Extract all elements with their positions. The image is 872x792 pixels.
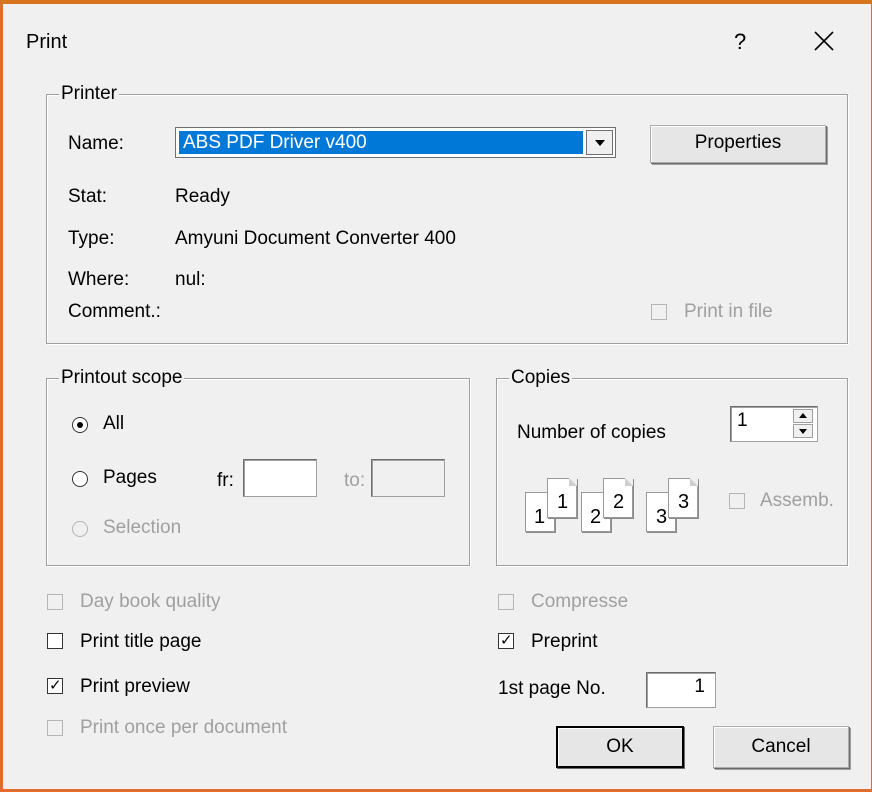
collate-page-number: 3 <box>656 506 668 528</box>
collate-page-number: 1 <box>557 491 569 513</box>
print-once-label: Print once per document <box>80 717 288 738</box>
printer-stat-value: Ready <box>175 186 230 207</box>
day-book-quality-label: Day book quality <box>80 591 221 612</box>
print-in-file-label: Print in file <box>684 301 773 322</box>
collate-page-number: 3 <box>678 491 690 513</box>
help-button[interactable]: ? <box>734 29 746 55</box>
close-button[interactable] <box>809 26 839 56</box>
scope-from-input[interactable] <box>243 459 317 497</box>
cancel-button[interactable]: Cancel <box>713 726 849 768</box>
printer-type-label: Type: <box>68 228 115 249</box>
scope-all-radio[interactable] <box>72 417 88 433</box>
first-page-label: 1st page No. <box>498 678 606 699</box>
scope-to-label: to: <box>344 470 366 491</box>
printer-name-select[interactable]: ABS PDF Driver v400 <box>175 127 616 158</box>
assemble-checkbox[interactable] <box>729 493 745 509</box>
copies-spin-up[interactable] <box>793 409 813 423</box>
first-page-input[interactable]: 1 <box>646 672 716 708</box>
checkmark-icon: ✓ <box>49 677 62 694</box>
print-in-file-checkbox[interactable] <box>651 304 667 320</box>
printout-scope-legend: Printout scope <box>59 367 185 389</box>
properties-button[interactable]: Properties <box>650 125 826 163</box>
preprint-checkbox[interactable]: ✓ <box>498 633 514 649</box>
title-bar[interactable]: Print ? <box>0 0 872 80</box>
preprint-label: Preprint <box>531 631 598 652</box>
dialog-title: Print <box>26 31 68 53</box>
day-book-quality-checkbox[interactable] <box>47 594 63 610</box>
printer-where-label: Where: <box>68 269 130 290</box>
printer-name-label: Name: <box>68 133 124 154</box>
print-preview-checkbox[interactable]: ✓ <box>47 678 63 694</box>
print-preview-label: Print preview <box>80 676 190 697</box>
radio-dot <box>77 422 83 428</box>
collate-page-number: 1 <box>534 506 546 528</box>
scope-from-label: fr: <box>217 470 234 491</box>
checkmark-icon: ✓ <box>500 632 513 649</box>
ok-button[interactable]: OK <box>556 726 684 768</box>
assemble-label: Assemb. <box>760 490 834 511</box>
first-page-value: 1 <box>694 676 705 697</box>
print-title-page-checkbox[interactable] <box>47 633 63 649</box>
print-once-checkbox[interactable] <box>47 720 63 736</box>
close-icon <box>814 31 834 51</box>
printer-name-value: ABS PDF Driver v400 <box>179 131 583 154</box>
copies-legend: Copies <box>509 367 573 389</box>
scope-to-input[interactable] <box>371 459 445 497</box>
printer-legend: Printer <box>59 83 119 105</box>
compressed-checkbox[interactable] <box>498 594 514 610</box>
scope-selection-radio[interactable] <box>72 521 88 537</box>
printer-comment-label: Comment.: <box>68 301 161 322</box>
chevron-down-icon[interactable] <box>586 130 613 155</box>
printer-type-value: Amyuni Document Converter 400 <box>175 228 456 249</box>
print-title-page-label: Print title page <box>80 631 202 652</box>
scope-pages-label: Pages <box>103 467 157 488</box>
scope-selection-label: Selection <box>103 517 182 538</box>
collate-page-number: 2 <box>590 506 602 528</box>
collate-page-number: 2 <box>613 491 625 513</box>
copies-number-value: 1 <box>737 410 748 431</box>
printer-stat-label: Stat: <box>68 186 108 207</box>
copies-spin-down[interactable] <box>793 424 813 438</box>
printer-where-value: nul: <box>175 269 206 290</box>
scope-pages-radio[interactable] <box>72 471 88 487</box>
compressed-label: Compresse <box>531 591 629 612</box>
copies-number-label: Number of copies <box>517 422 666 443</box>
scope-all-label: All <box>103 413 125 434</box>
